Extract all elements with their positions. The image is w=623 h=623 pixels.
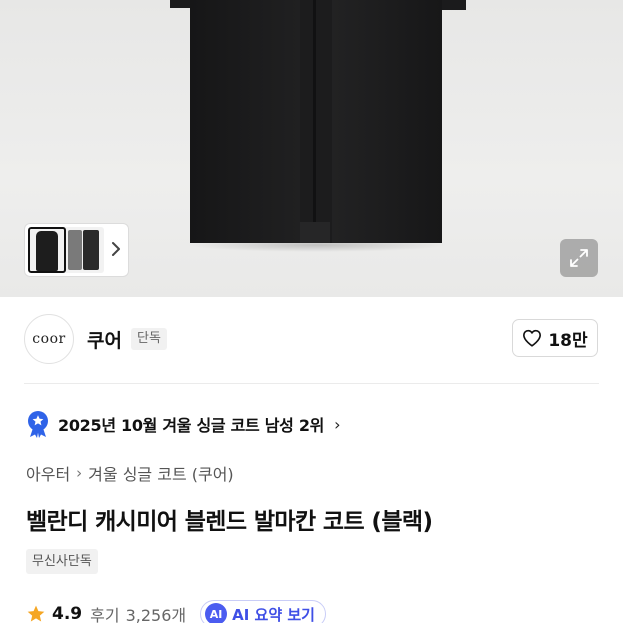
thumbnail-image[interactable] [28,227,104,273]
chevron-right-icon[interactable] [107,238,125,260]
ai-badge-icon: AI [205,603,228,623]
ranking-text: 2025년 10월 겨울 싱글 코트 남성 2위 [58,416,325,435]
expand-arrows-icon [570,249,588,267]
exclusive-badge: 무신사단독 [26,549,98,574]
star-icon [27,605,45,622]
review-count[interactable]: 3,256개 [126,602,187,623]
brand-exclusive-badge: 단독 [131,328,167,350]
breadcrumb: 아우터 › 겨울 싱글 코트 (쿠어) [26,461,234,485]
breadcrumb-item-category[interactable]: 겨울 싱글 코트 (쿠어) [88,461,234,485]
thumbnail-strip[interactable] [25,224,128,276]
breadcrumb-separator-icon: › [76,464,83,482]
rating-score: 4.9 [52,604,83,623]
product-photo-coat [170,0,466,243]
ai-summary-label: AI 요약 보기 [232,605,315,623]
section-divider [24,383,599,384]
review-label[interactable]: 후기 [90,602,119,623]
ranking-medal-icon [28,411,48,438]
product-image-gallery[interactable] [0,0,623,297]
brand-name[interactable]: 쿠어 [87,326,122,353]
like-count: 18만 [548,330,588,351]
heart-outline-icon [523,329,542,347]
brand-row: coor 쿠어 단독 18만 [0,297,623,383]
chevron-right-icon: › [334,414,341,434]
ranking-link[interactable]: 2025년 10월 겨울 싱글 코트 남성 2위 › [26,409,340,439]
brand-logo-text: coor [32,331,66,347]
breadcrumb-item-outer[interactable]: 아우터 [26,461,70,485]
rating-row: 4.9 후기 3,256개 AI AI 요약 보기 [26,600,326,623]
thumbnail-selected-frame [28,227,66,273]
brand-logo[interactable]: coor [24,314,74,364]
like-button[interactable]: 18만 [512,319,598,357]
ai-summary-button[interactable]: AI AI 요약 보기 [200,600,326,623]
product-title: 벨란디 캐시미어 블렌드 발마칸 코트 (블랙) [26,509,433,535]
expand-image-button[interactable] [560,239,598,277]
